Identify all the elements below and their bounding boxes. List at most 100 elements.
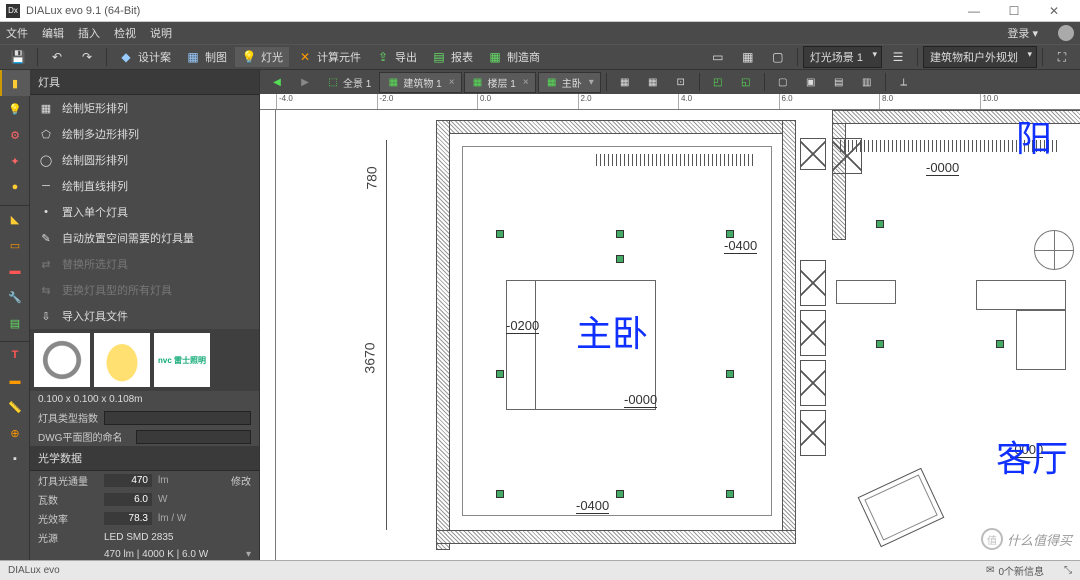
view-tool-1[interactable]: ▦: [612, 73, 638, 91]
dwg-name-input[interactable]: [136, 430, 251, 444]
view-tool-8[interactable]: ▤: [826, 73, 852, 91]
luminaire-marker[interactable]: [496, 370, 504, 378]
tab-dropdown-icon[interactable]: ▾: [589, 77, 594, 88]
sp-item-8[interactable]: ⇩导入灯具文件: [30, 303, 259, 329]
tab-calc[interactable]: ✕计算元件: [291, 47, 367, 67]
luminaire-marker[interactable]: [496, 230, 504, 238]
minimize-button[interactable]: —: [954, 1, 994, 21]
lib-object[interactable]: ●: [0, 174, 30, 200]
close-tab-icon[interactable]: ×: [523, 77, 529, 88]
menu-help[interactable]: 说明: [150, 25, 172, 41]
luminaire-marker[interactable]: [616, 230, 624, 238]
watt-value[interactable]: 6.0: [104, 493, 152, 506]
thumb-ldc[interactable]: [94, 333, 150, 387]
tab-building[interactable]: ▦建筑物 1×: [379, 72, 461, 93]
view-tool-2[interactable]: ▦: [640, 73, 666, 91]
tab-report[interactable]: ▤报表: [425, 47, 479, 67]
maximize-button[interactable]: ☐: [994, 1, 1034, 21]
tool-more[interactable]: ▪: [0, 446, 30, 472]
tab-room-main[interactable]: ▦主卧▾: [538, 72, 601, 93]
scene-icon: ✦: [10, 155, 19, 168]
tool-b[interactable]: ▦: [734, 47, 762, 67]
luminaire-marker[interactable]: [726, 370, 734, 378]
floorplan-canvas[interactable]: 780 3670 -0400 -0200 -0000 -0400 -0000 -…: [276, 110, 1080, 560]
luminaire-marker[interactable]: [876, 220, 884, 228]
nav-fwd[interactable]: ▶: [292, 73, 318, 91]
undo-button[interactable]: ↶: [43, 47, 71, 67]
login-link[interactable]: 登录 ▾: [1001, 23, 1044, 43]
lib-luminaire[interactable]: ▮: [0, 70, 30, 96]
luminaire-marker[interactable]: [876, 340, 884, 348]
lib-scene[interactable]: ✦: [0, 148, 30, 174]
view-tool-4[interactable]: ◰: [705, 73, 731, 91]
nav-back[interactable]: ◀: [264, 73, 290, 91]
thumb-brand[interactable]: nvc 雷士照明: [154, 333, 210, 387]
view-tool-3[interactable]: ⊡: [668, 73, 694, 91]
left-iconbar: ▮ 💡 ⚙ ✦ ● ◣ ▭ ▬ 🔧 ▤ T ▬ 📏 ⊕ ▪: [0, 70, 30, 560]
tool-energy[interactable]: ▤: [0, 310, 30, 336]
tab-manufacturer[interactable]: ▦制造商: [481, 47, 546, 67]
tool-wrench[interactable]: 🔧: [0, 284, 30, 310]
arrow-right-icon: ▶: [298, 75, 312, 89]
tool-c[interactable]: ▢: [764, 47, 792, 67]
fullscreen-button[interactable]: ⛶: [1048, 47, 1076, 67]
tool-pointer[interactable]: ◣: [0, 206, 30, 232]
tool-layer[interactable]: ▬: [0, 368, 30, 394]
save-button[interactable]: 💾: [4, 47, 32, 67]
luminaire-marker[interactable]: [996, 340, 1004, 348]
status-expand-icon[interactable]: ⤡: [1064, 565, 1072, 576]
view-tool-10[interactable]: ⟂: [891, 73, 917, 91]
tab-drawing[interactable]: ▦制图: [179, 47, 233, 67]
tab-floor[interactable]: ▦楼层 1×: [464, 72, 536, 93]
user-avatar-icon[interactable]: [1058, 25, 1074, 41]
luminaire-marker[interactable]: [616, 490, 624, 498]
tool-origin[interactable]: ⊕: [0, 420, 30, 446]
tab-light[interactable]: 💡灯光: [235, 47, 289, 67]
sp-item-1[interactable]: ⬠绘制多边形排列: [30, 121, 259, 147]
menu-view[interactable]: 检视: [114, 25, 136, 41]
luminaire-marker[interactable]: [616, 255, 624, 263]
status-msgs-icon[interactable]: ✉: [986, 565, 994, 576]
fullscreen-tab[interactable]: ⬚全景 1: [320, 73, 377, 92]
tool-measure[interactable]: 📏: [0, 394, 30, 420]
ruler-icon: 📏: [8, 401, 22, 414]
sp-item-2[interactable]: ◯绘制圆形排列: [30, 147, 259, 173]
tool-room[interactable]: ▭: [0, 232, 30, 258]
sp-item-0[interactable]: ▦绘制矩形排列: [30, 95, 259, 121]
tool-color[interactable]: ▬: [0, 258, 30, 284]
menu-file[interactable]: 文件: [6, 25, 28, 41]
tab-export[interactable]: ⇪导出: [369, 47, 423, 67]
thumb-fixture[interactable]: [34, 333, 90, 387]
scene-dropdown[interactable]: 灯光场景 1: [803, 46, 882, 68]
lib-filter[interactable]: ⚙: [0, 122, 30, 148]
type-index-input[interactable]: [104, 411, 251, 425]
view-tool-7[interactable]: ▣: [798, 73, 824, 91]
sp-item-4[interactable]: •置入单个灯具: [30, 199, 259, 225]
tool-a[interactable]: ▭: [704, 47, 732, 67]
lib-lamp[interactable]: 💡: [0, 96, 30, 122]
close-tab-icon[interactable]: ×: [449, 77, 455, 88]
grid-icon: ▦: [740, 49, 756, 65]
sp-item-3[interactable]: ─绘制直线排列: [30, 173, 259, 199]
sp-item-5[interactable]: ✎自动放置空间需要的灯具量: [30, 225, 259, 251]
luminaire-marker[interactable]: [496, 490, 504, 498]
view-tool-5[interactable]: ◱: [733, 73, 759, 91]
view-dropdown[interactable]: 建筑物和户外规划: [923, 46, 1037, 68]
flux-value[interactable]: 470: [104, 474, 152, 487]
status-msgs[interactable]: 0个新信息: [998, 563, 1044, 578]
scene-list-button[interactable]: ☰: [884, 47, 912, 67]
menu-edit[interactable]: 编辑: [42, 25, 64, 41]
sp-item-icon: •: [38, 204, 54, 220]
view-tool-9[interactable]: ▥: [854, 73, 880, 91]
view-tool-6[interactable]: ▢: [770, 73, 796, 91]
tool-text[interactable]: T: [0, 342, 30, 368]
luminaire-marker[interactable]: [726, 230, 734, 238]
chevron-down-icon[interactable]: ▾: [246, 549, 251, 560]
close-button[interactable]: ✕: [1034, 1, 1074, 21]
tab-design[interactable]: ◆设计案: [112, 47, 177, 67]
menu-insert[interactable]: 插入: [78, 25, 100, 41]
luminaire-marker[interactable]: [726, 490, 734, 498]
sp-header-optical: 光学数据: [30, 446, 259, 471]
redo-button[interactable]: ↷: [73, 47, 101, 67]
flux-edit-link[interactable]: 修改: [231, 473, 251, 488]
